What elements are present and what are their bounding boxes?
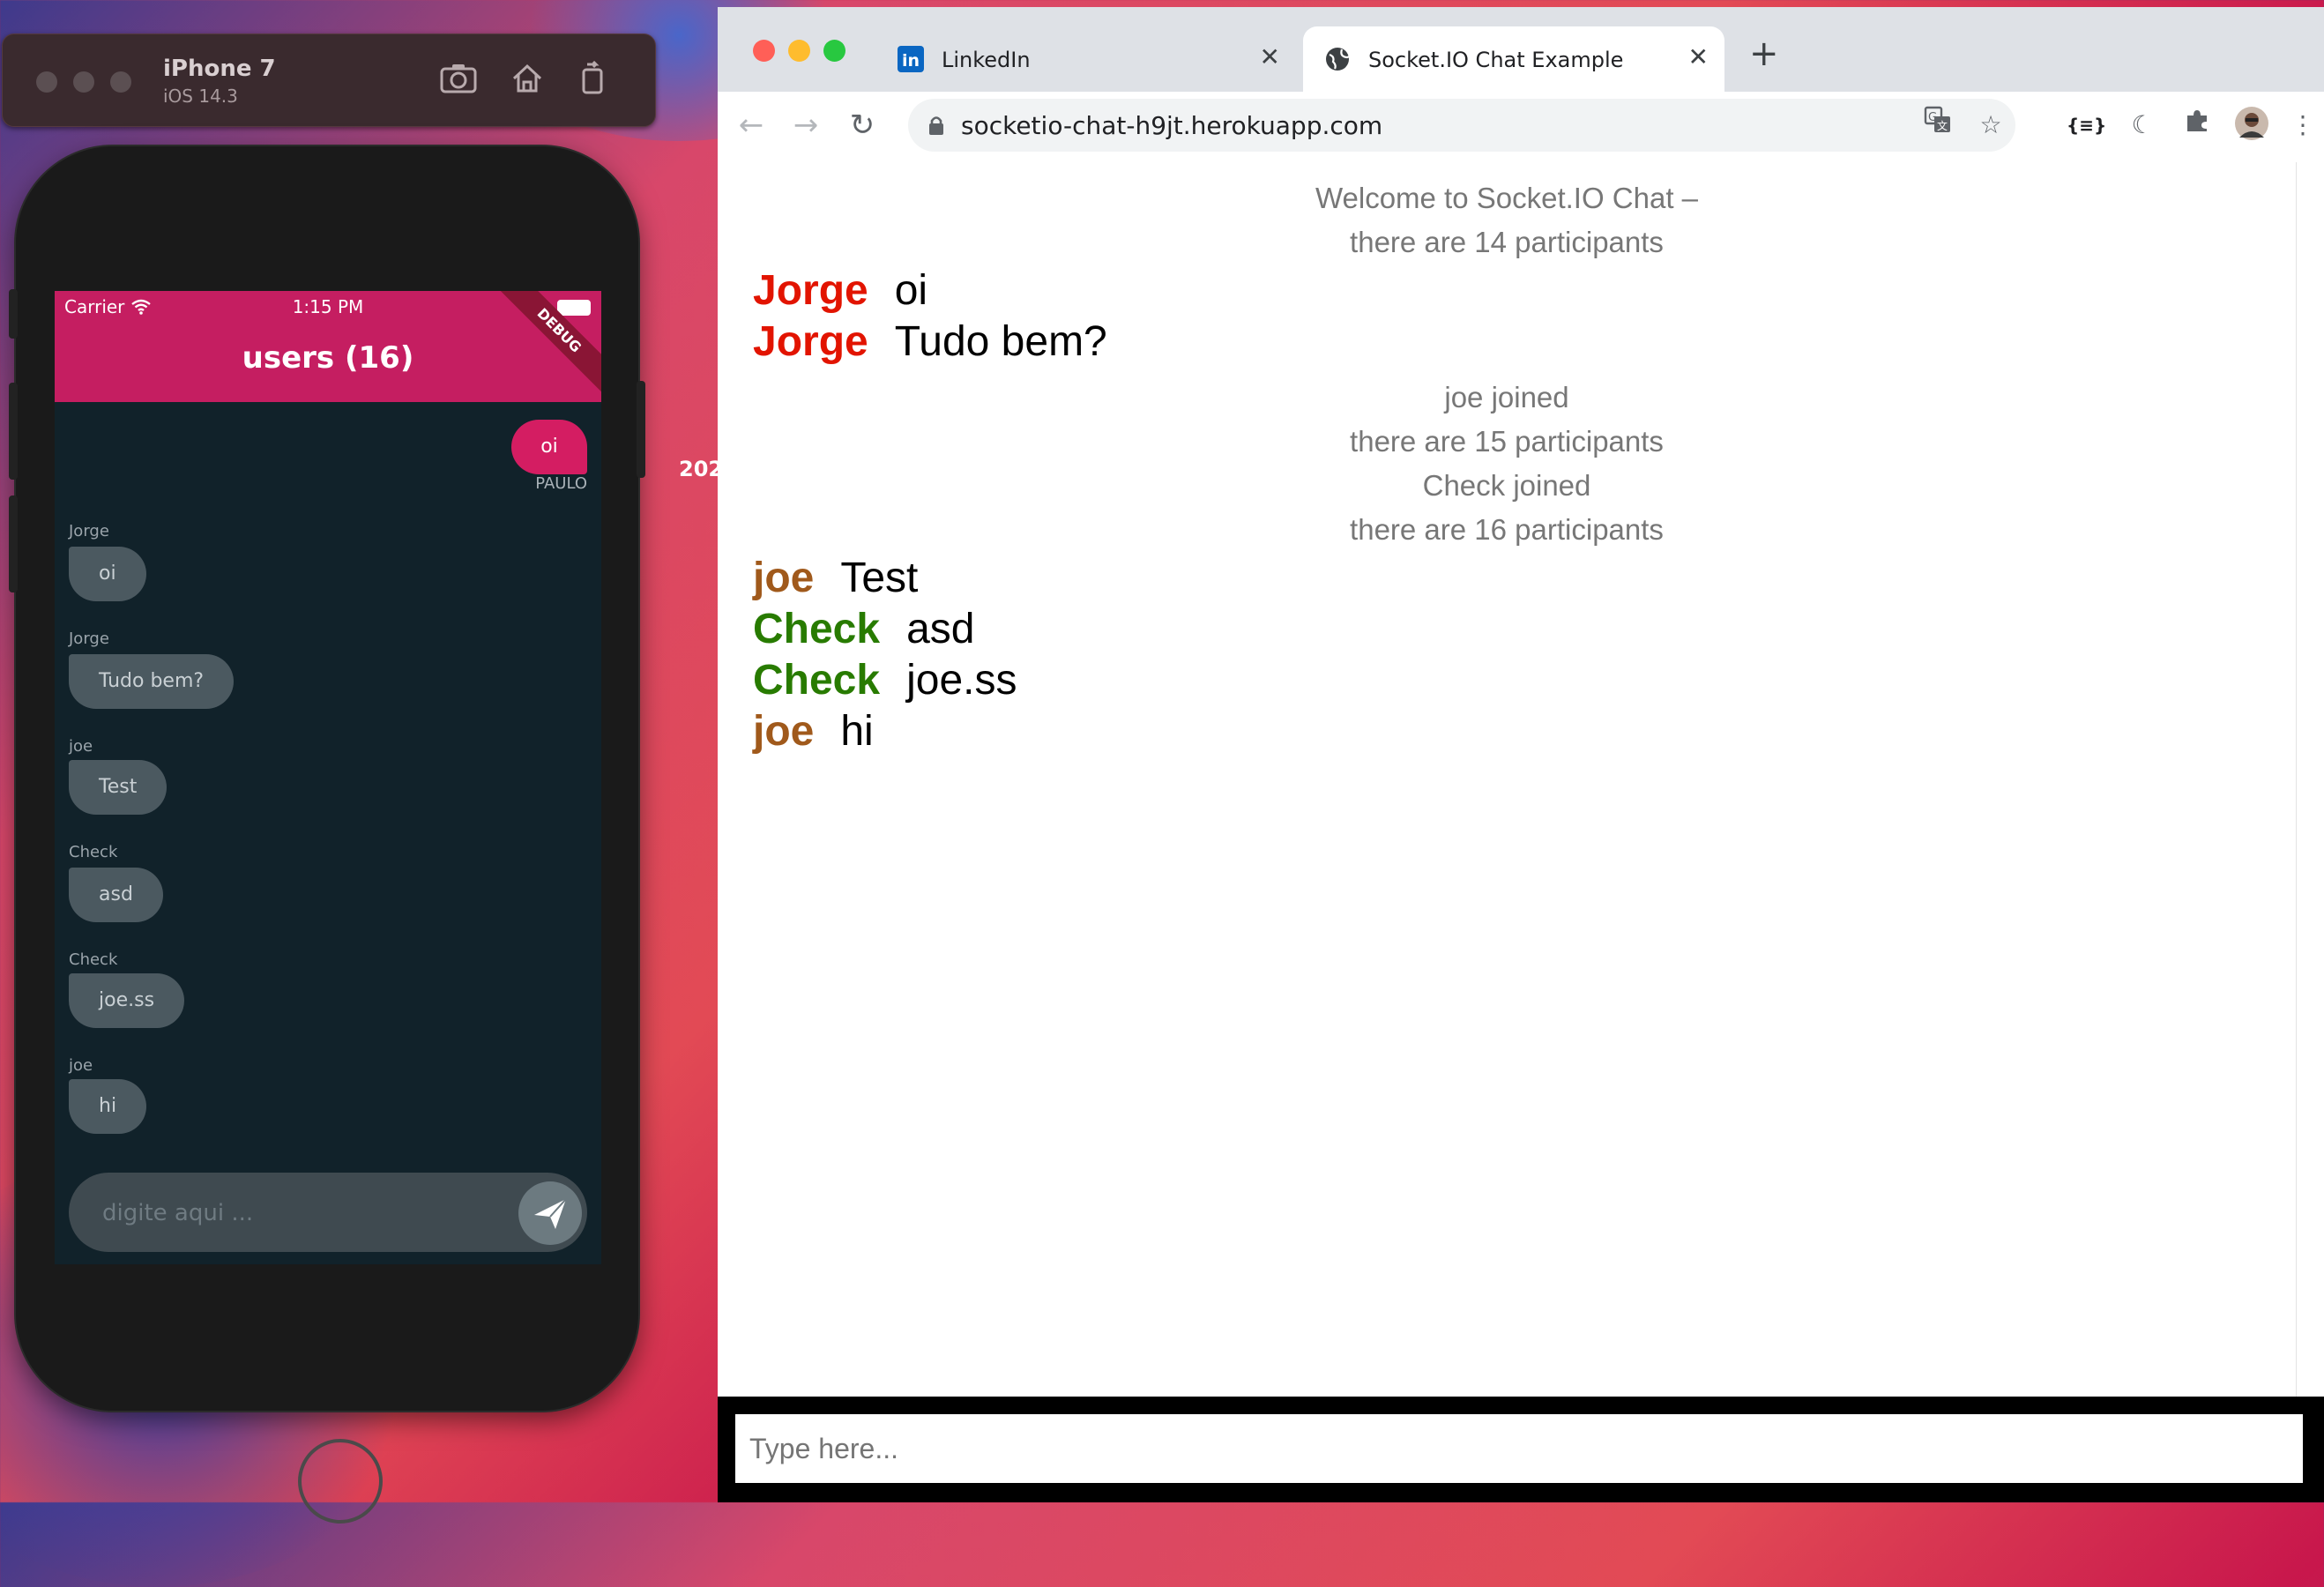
message-input[interactable] — [101, 1194, 501, 1233]
log-message: Welcome to Socket.IO Chat – — [1315, 182, 1699, 214]
log-message: there are 15 participants — [1350, 425, 1664, 458]
more-menu-icon[interactable]: ⋮ — [2283, 106, 2322, 145]
chat-message: Jorge Tudo bem? — [753, 317, 1107, 366]
svg-text:文: 文 — [1937, 119, 1948, 132]
json-viewer-extension-icon[interactable]: {≡} — [2067, 106, 2106, 145]
power-button — [637, 381, 645, 478]
chat-username: joe — [753, 708, 815, 755]
volume-down-button — [9, 495, 18, 592]
log-message: joe joined — [1444, 381, 1569, 414]
translate-icon[interactable]: G文 — [1918, 106, 1957, 145]
log-message: there are 16 participants — [1350, 513, 1664, 546]
svg-text:in: in — [902, 51, 920, 71]
chat-username: Jorge — [753, 267, 868, 314]
minimize-window-button[interactable] — [73, 71, 94, 93]
chat-input[interactable] — [735, 1414, 2303, 1483]
log-message: Check joined — [1422, 469, 1591, 502]
chat-message: joe Test — [753, 554, 918, 602]
forward-button[interactable]: → — [785, 104, 827, 146]
globe-icon — [1326, 48, 1350, 71]
message-composer — [69, 1173, 587, 1252]
close-tab-icon[interactable]: ✕ — [1260, 42, 1280, 71]
profile-avatar[interactable] — [2232, 106, 2271, 145]
chat-message: joe hi — [753, 707, 874, 756]
linkedin-icon: in — [898, 46, 924, 72]
message-author: joe — [69, 1056, 93, 1075]
send-button[interactable] — [518, 1181, 582, 1245]
my-message-bubble: oi — [511, 420, 587, 474]
screenshot-icon[interactable] — [438, 61, 479, 100]
zoom-window-button[interactable] — [110, 71, 131, 93]
close-tab-icon[interactable]: ✕ — [1688, 42, 1709, 71]
chat-username: joe — [753, 555, 815, 601]
address-bar[interactable]: socketio-chat-h9jt.herokuapp.com G文 ☆ — [908, 99, 2015, 152]
simulator-toolbar: iPhone 7 iOS 14.3 — [2, 34, 656, 127]
chat-username: Check — [753, 606, 881, 652]
dark-mode-extension-icon[interactable]: ☾ — [2123, 106, 2162, 145]
message-author: Jorge — [69, 630, 109, 648]
message-bubble: oi — [69, 547, 146, 601]
chat-text: asd — [906, 606, 975, 652]
home-button[interactable] — [298, 1439, 383, 1524]
rotate-icon[interactable] — [572, 60, 613, 100]
message-bubble: asd — [69, 868, 163, 922]
lock-icon — [929, 116, 943, 135]
home-icon[interactable] — [507, 61, 547, 100]
message-author: Check — [69, 843, 118, 861]
my-message-author: PAULO — [535, 474, 587, 493]
chat-text: Test — [840, 555, 919, 601]
send-icon — [534, 1198, 567, 1229]
simulator-device-name: iPhone 7 — [163, 56, 276, 82]
chat-username: Check — [753, 657, 881, 704]
chat-text: hi — [840, 708, 874, 755]
chat-message: Jorge oi — [753, 266, 927, 315]
close-window-button[interactable] — [36, 71, 57, 93]
message-bubble: Tudo bem? — [69, 654, 235, 709]
chat-page: Welcome to Socket.IO Chat – there are 14… — [718, 162, 2296, 1397]
message-author: joe — [69, 737, 93, 756]
mute-switch — [9, 289, 18, 339]
page-scrollbar[interactable] — [2296, 162, 2324, 1397]
message-author: Check — [69, 950, 118, 969]
chat-input-form — [718, 1397, 2324, 1502]
chat-message: Check asd — [753, 605, 974, 653]
message-author: Jorge — [69, 522, 109, 540]
log-message: there are 14 participants — [1350, 226, 1664, 258]
new-tab-button[interactable]: + — [1749, 34, 1779, 74]
close-window-button[interactable] — [753, 40, 775, 62]
chrome-window: in LinkedIn ✕ Socket.IO Chat Example ✕ +… — [718, 7, 2324, 1502]
tab-label: Socket.IO Chat Example — [1368, 48, 1624, 72]
message-bubble: joe.ss — [69, 973, 185, 1028]
app-bar: Carrier 1:15 PM users (16) DEBUG — [55, 291, 601, 402]
tab-label: LinkedIn — [942, 48, 1031, 72]
tab-strip: in LinkedIn ✕ Socket.IO Chat Example ✕ + — [718, 7, 2324, 92]
simulator-os-version: iOS 14.3 — [163, 86, 238, 107]
desktop-label: 202 — [679, 457, 724, 481]
chat-username: Jorge — [753, 318, 868, 365]
chat-text: Tudo bem? — [894, 318, 1107, 365]
bookmark-star-icon[interactable]: ☆ — [1971, 106, 2010, 145]
reload-button[interactable]: ↻ — [841, 104, 883, 146]
chat-message: Check joe.ss — [753, 656, 1017, 704]
chat-text: joe.ss — [906, 657, 1017, 704]
extensions-puzzle-icon[interactable] — [2178, 106, 2216, 145]
zoom-window-button[interactable] — [823, 40, 845, 62]
phone-screen: Carrier 1:15 PM users (16) DEBUG oi PAUL… — [55, 291, 601, 1264]
message-bubble: Test — [69, 760, 168, 815]
chat-text: oi — [894, 267, 928, 314]
battery-icon — [557, 300, 591, 316]
message-bubble: hi — [69, 1079, 147, 1134]
tab-socketio-chat[interactable]: Socket.IO Chat Example ✕ — [1303, 26, 1724, 92]
app-title: users (16) — [242, 340, 414, 376]
tab-linkedin[interactable]: in LinkedIn ✕ — [876, 26, 1296, 92]
url-text: socketio-chat-h9jt.herokuapp.com — [961, 111, 1383, 140]
volume-up-button — [9, 383, 18, 480]
minimize-window-button[interactable] — [788, 40, 810, 62]
back-button[interactable]: ← — [730, 104, 772, 146]
browser-toolbar: ← → ↻ socketio-chat-h9jt.herokuapp.com G… — [718, 92, 2324, 163]
